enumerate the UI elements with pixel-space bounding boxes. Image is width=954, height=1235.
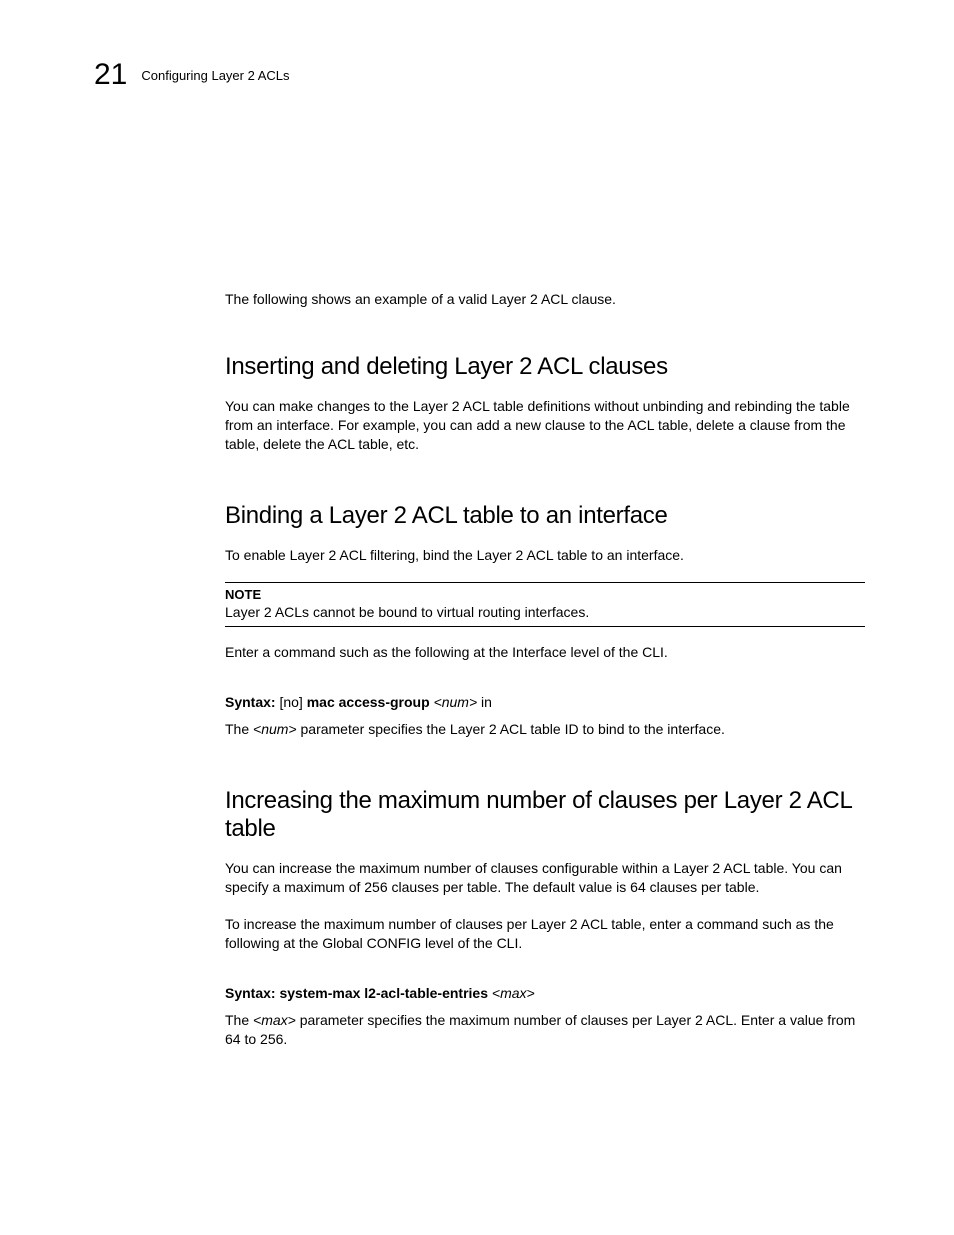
- section2-paragraph-1: To enable Layer 2 ACL filtering, bind th…: [225, 546, 865, 565]
- text-part: parameter specifies the Layer 2 ACL tabl…: [297, 721, 725, 737]
- syntax-label: Syntax:: [225, 985, 276, 1001]
- section-heading-increasing-max: Increasing the maximum number of clauses…: [225, 787, 865, 843]
- note-text: Layer 2 ACLs cannot be bound to virtual …: [225, 604, 865, 620]
- syntax-suffix: in: [477, 694, 492, 710]
- page-content: The following shows an example of a vali…: [225, 290, 865, 1067]
- chapter-number: 21: [94, 58, 127, 92]
- syntax-line-mac-access-group: Syntax: [no] mac access-group <num> in: [225, 694, 865, 710]
- section1-paragraph: You can make changes to the Layer 2 ACL …: [225, 397, 865, 454]
- section3-paragraph-2: To increase the maximum number of clause…: [225, 915, 865, 953]
- syntax-command: system-max l2-acl-table-entries: [279, 985, 488, 1001]
- syntax-variable-num: <num>: [434, 694, 478, 710]
- syntax-line-system-max: Syntax: system-max l2-acl-table-entries …: [225, 985, 865, 1001]
- section3-paragraph-1: You can increase the maximum number of c…: [225, 859, 865, 897]
- inline-variable-max: <max>: [253, 1012, 296, 1028]
- syntax-command: mac access-group: [307, 694, 430, 710]
- text-part: parameter specifies the maximum number o…: [225, 1012, 855, 1047]
- section2-paragraph-2: Enter a command such as the following at…: [225, 643, 865, 662]
- section2-paragraph-3: The <num> parameter specifies the Layer …: [225, 720, 865, 739]
- syntax-no: [no]: [279, 694, 306, 710]
- section-heading-binding: Binding a Layer 2 ACL table to an interf…: [225, 502, 865, 530]
- inline-variable-num: <num>: [253, 721, 297, 737]
- page: 21 Configuring Layer 2 ACLs The followin…: [0, 0, 954, 1235]
- syntax-label: Syntax:: [225, 694, 276, 710]
- section3-paragraph-3: The <max> parameter specifies the maximu…: [225, 1011, 865, 1049]
- syntax-variable-max: <max>: [492, 985, 535, 1001]
- text-part: The: [225, 721, 253, 737]
- chapter-title: Configuring Layer 2 ACLs: [141, 68, 289, 83]
- page-header: 21 Configuring Layer 2 ACLs: [94, 58, 860, 92]
- section-heading-inserting-deleting: Inserting and deleting Layer 2 ACL claus…: [225, 353, 865, 381]
- note-label: NOTE: [225, 587, 865, 602]
- text-part: The: [225, 1012, 253, 1028]
- note-block: NOTE Layer 2 ACLs cannot be bound to vir…: [225, 582, 865, 627]
- intro-paragraph: The following shows an example of a vali…: [225, 290, 865, 309]
